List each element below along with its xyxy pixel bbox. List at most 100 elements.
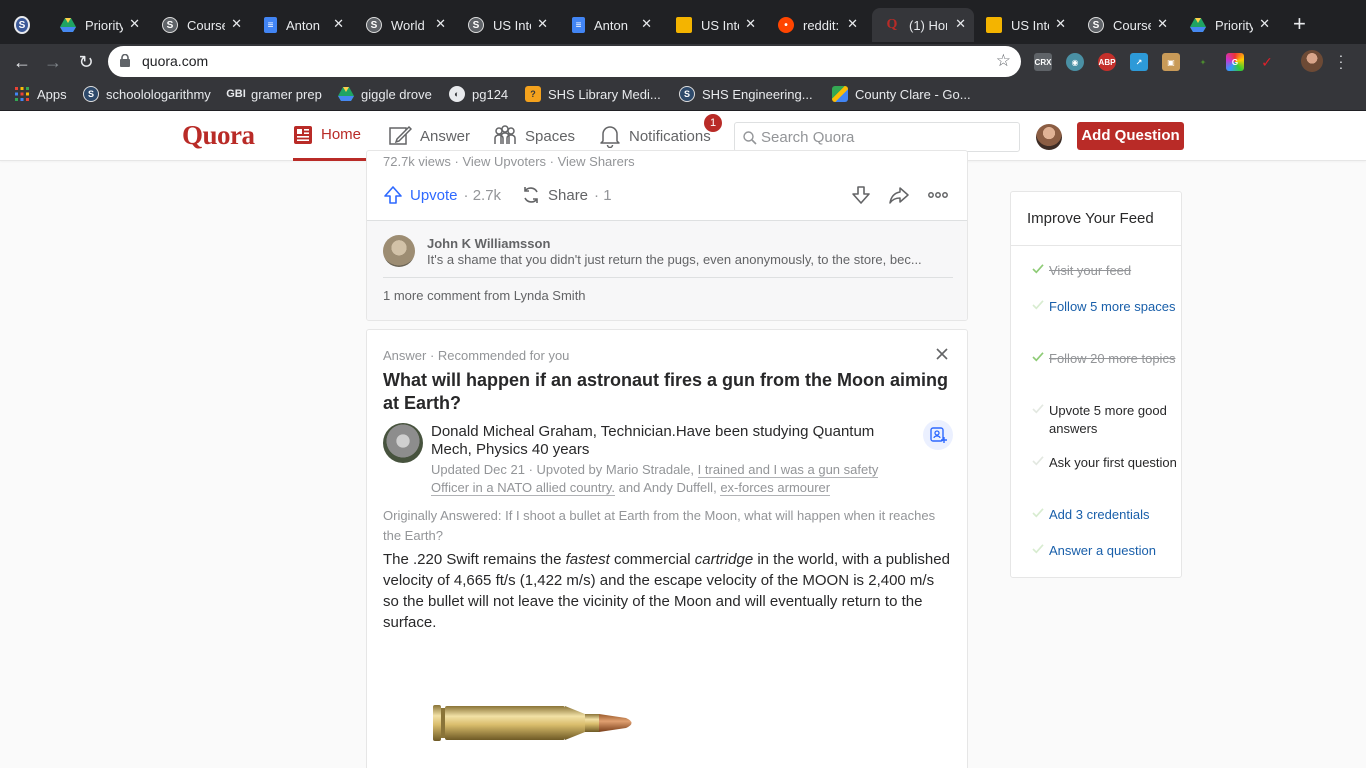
commenter-avatar[interactable] [383, 235, 415, 267]
bookmark-shs-library[interactable]: ? SHS Library Medi... [525, 86, 661, 102]
close-tab-icon[interactable]: ✕ [955, 16, 966, 32]
browser-tab[interactable]: S Course ✕ [154, 8, 250, 42]
back-button[interactable]: ← [9, 49, 35, 75]
library-icon: ? [525, 86, 541, 102]
author-avatar[interactable] [383, 423, 423, 463]
share-arrow-icon[interactable] [889, 185, 909, 205]
google-drive-icon [1190, 17, 1206, 33]
reload-button[interactable]: ↻ [73, 49, 99, 75]
bookmark-gramer-prep[interactable]: GBI gramer prep [226, 86, 322, 102]
upvote-button[interactable]: Upvote · 2.7k [383, 185, 501, 205]
browser-tab[interactable]: • reddit: ✕ [770, 8, 866, 42]
browser-tab[interactable]: Priority ✕ [1182, 8, 1278, 42]
close-tab-icon[interactable]: ✕ [745, 16, 756, 32]
address-bar[interactable]: quora.com ☆ [108, 46, 1021, 77]
comment-divider [383, 277, 953, 278]
browser-tab[interactable]: US Inte ✕ [668, 8, 764, 42]
answer-body[interactable]: The .220 Swift remains the fastest comme… [383, 549, 953, 633]
close-tab-icon[interactable]: ✕ [231, 16, 242, 32]
nav-home[interactable]: Home [293, 111, 376, 161]
feed-task-upvote-answers[interactable]: Upvote 5 more good answers [1027, 402, 1177, 438]
downvote-arrow-icon[interactable] [851, 185, 871, 205]
close-tab-icon[interactable]: ✕ [1055, 16, 1066, 32]
feed-task-ask-question[interactable]: Ask your first question [1027, 454, 1177, 472]
browser-tab[interactable]: US Inte ✕ [978, 8, 1074, 42]
close-tab-icon[interactable]: ✕ [333, 16, 344, 32]
adblock-extension-icon[interactable]: ABP [1098, 53, 1116, 71]
pocket-extension-icon[interactable]: ✓ [1258, 53, 1276, 71]
upvoter-credential-2[interactable]: ex-forces armourer [720, 480, 831, 496]
new-tab-button[interactable]: + [1293, 12, 1306, 36]
close-tab-icon[interactable]: ✕ [1157, 16, 1168, 32]
share-button[interactable]: Share · 1 [521, 185, 612, 205]
schoology-icon: S [679, 86, 695, 102]
answer-meta: Updated Dec 21 · Upvoted by Mario Strada… [431, 462, 879, 496]
feed-task-answer-question[interactable]: Answer a question [1027, 542, 1177, 560]
browser-tab[interactable]: S World ✕ [358, 8, 454, 42]
author-name-credential[interactable]: Donald Micheal Graham, Technician.Have b… [431, 423, 901, 459]
bullet-cartridge-image[interactable] [431, 700, 641, 746]
improve-feed-panel: Improve Your Feed Visit your feed Follow… [1010, 191, 1182, 578]
search-input[interactable] [761, 127, 1011, 147]
bookmark-apps[interactable]: Apps [14, 86, 67, 102]
close-tab-icon[interactable]: ✕ [1259, 16, 1270, 32]
feed-task-visit-feed[interactable]: Visit your feed [1027, 262, 1177, 280]
google-docs-icon: ≡ [572, 17, 585, 33]
more-options-icon[interactable] [927, 185, 949, 205]
question-title[interactable]: What will happen if an astronaut fires a… [383, 369, 953, 415]
gbi-icon: GBI [226, 88, 246, 100]
bookmark-schoolologarithmy[interactable]: S schoolologarithmy [83, 86, 211, 102]
bookmark-county-clare[interactable]: County Clare - Go... [832, 86, 971, 102]
chart-extension-icon[interactable]: ↗ [1130, 53, 1148, 71]
reddit-icon: • [778, 17, 794, 33]
originally-answered[interactable]: Originally Answered: If I shoot a bullet… [383, 506, 943, 546]
feed-task-follow-topics[interactable]: Follow 20 more topics [1027, 350, 1177, 368]
browser-menu-icon[interactable]: · · · [1338, 48, 1344, 74]
improve-feed-title: Improve Your Feed [1027, 210, 1154, 227]
close-tab-icon[interactable]: ✕ [641, 16, 652, 32]
browser-profile-avatar[interactable] [1301, 50, 1323, 72]
close-tab-icon[interactable]: ✕ [847, 16, 858, 32]
check-icon [1032, 456, 1044, 466]
leaf-extension-icon[interactable]: ✦ [1194, 53, 1212, 71]
close-tab-icon[interactable]: ✕ [537, 16, 548, 32]
feed-task-follow-spaces[interactable]: Follow 5 more spaces [1027, 298, 1177, 316]
add-question-button[interactable]: Add Question [1077, 122, 1184, 150]
comment-text[interactable]: It's a shame that you didn't just return… [427, 252, 952, 267]
box-extension-icon[interactable]: ▣ [1162, 53, 1180, 71]
browser-tab[interactable]: S US Inte ✕ [460, 8, 556, 42]
browser-tab[interactable]: S [14, 8, 50, 42]
google-slides-icon [986, 17, 1002, 33]
owl-extension-icon[interactable]: ◉ [1066, 53, 1084, 71]
user-avatar[interactable] [1036, 124, 1062, 150]
browser-tab-active[interactable]: Q (1) Hon ✕ [872, 8, 974, 42]
comments-section: John K Williamsson It's a shame that you… [367, 220, 967, 320]
browser-tab[interactable]: ≡ Anton ✕ [564, 8, 660, 42]
spaces-people-icon [494, 125, 516, 144]
follow-author-button[interactable] [923, 420, 953, 450]
feed-task-add-credentials[interactable]: Add 3 credentials [1027, 506, 1177, 524]
answer-stats[interactable]: 72.7k views · View Upvoters · View Share… [383, 154, 635, 169]
quora-logo[interactable]: Quora [182, 120, 255, 151]
search-box[interactable] [734, 122, 1020, 152]
browser-tab[interactable]: Priority ✕ [52, 8, 148, 42]
color-extension-icon[interactable]: G [1226, 53, 1244, 71]
more-comments-link[interactable]: 1 more comment from Lynda Smith [383, 288, 586, 303]
close-icon[interactable] [934, 346, 950, 362]
browser-tab[interactable]: ≡ Anton ✕ [256, 8, 352, 42]
schoology-icon: S [1088, 17, 1104, 33]
bookmark-star-icon[interactable]: ☆ [996, 51, 1011, 71]
bookmark-pg124[interactable]: ◐ pg124 [449, 86, 508, 102]
crx-extension-icon[interactable]: CRX [1034, 53, 1052, 71]
browser-tab[interactable]: S Course ✕ [1080, 8, 1176, 42]
forward-button[interactable]: → [40, 49, 66, 75]
schoology-icon: S [14, 16, 30, 34]
bookmarks-bar: Apps S schoolologarithmy GBI gramer prep… [0, 80, 1366, 111]
close-tab-icon[interactable]: ✕ [435, 16, 446, 32]
commenter-name[interactable]: John K Williamsson [427, 236, 550, 251]
bookmark-shs-engineering[interactable]: S SHS Engineering... [679, 86, 813, 102]
bookmark-giggle-drove[interactable]: giggle drove [338, 86, 432, 102]
panel-divider [1011, 245, 1181, 246]
close-tab-icon[interactable]: ✕ [129, 16, 140, 32]
google-drive-icon [60, 17, 76, 33]
